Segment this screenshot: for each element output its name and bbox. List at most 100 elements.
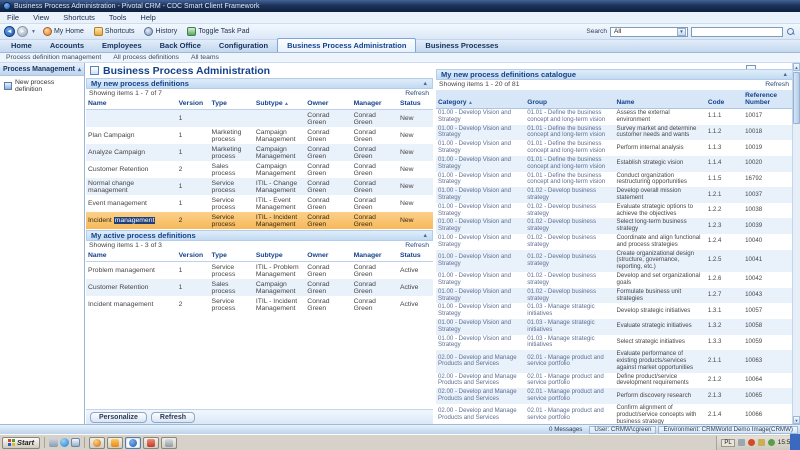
subnav-item[interactable]: All teams xyxy=(185,54,225,61)
column-header[interactable]: Owner xyxy=(305,250,351,262)
refresh-link[interactable]: Refresh xyxy=(765,81,789,88)
history-button[interactable]: History xyxy=(141,26,182,37)
tab[interactable]: Home xyxy=(2,39,41,52)
table-row[interactable]: 01.00 - Develop Vision and Strategy01.02… xyxy=(436,288,793,304)
tab[interactable]: Configuration xyxy=(210,39,277,52)
tray-icon-update[interactable] xyxy=(758,439,765,446)
refresh-button[interactable]: Refresh xyxy=(151,412,195,423)
table-row[interactable]: 01.00 - Develop Vision and Strategy01.02… xyxy=(436,187,793,203)
column-header[interactable]: Manager xyxy=(352,98,398,110)
scrollbar-thumb[interactable] xyxy=(793,72,800,124)
table-row[interactable]: 01.00 - Develop Vision and Strategy01.03… xyxy=(436,303,793,319)
column-header[interactable]: Status xyxy=(398,98,433,110)
table-row[interactable]: Analyze Campaign1Marketing processCampai… xyxy=(86,144,433,161)
search-scope-select[interactable]: All ▼ xyxy=(610,27,688,37)
table-row[interactable]: Normal change management1Service process… xyxy=(86,178,433,195)
language-indicator[interactable]: PL xyxy=(721,439,734,447)
new-definitions-section-header[interactable]: My new process definitions ▲ xyxy=(86,78,433,89)
quick-launch-icon-1[interactable] xyxy=(49,438,58,447)
active-definitions-section-header[interactable]: My active process definitions ▲ xyxy=(86,230,433,241)
menu-item[interactable]: Shortcuts xyxy=(56,13,102,22)
table-row[interactable]: 1Conrad GreenConrad GreenNew xyxy=(86,110,433,128)
table-row[interactable]: Incident management2Service processITIL … xyxy=(86,296,433,313)
table-row[interactable]: 01.00 - Develop Vision and Strategy01.01… xyxy=(436,125,793,141)
tray-icon-alert[interactable] xyxy=(748,439,755,446)
tab[interactable]: Business Process Administration xyxy=(277,38,416,52)
refresh-link[interactable]: Refresh xyxy=(405,90,429,97)
subnav-item[interactable]: Process definition management xyxy=(0,54,107,61)
tab[interactable]: Employees xyxy=(93,39,151,52)
chevron-down-icon[interactable]: ▼ xyxy=(677,28,686,36)
table-row[interactable]: Customer Retention1Sales processCampaign… xyxy=(86,279,433,296)
column-header[interactable]: Subtype ▲ xyxy=(254,98,305,110)
sidebar-item-new-process-definition[interactable]: New process definition xyxy=(0,76,84,93)
collapse-icon[interactable]: ▲ xyxy=(783,72,788,78)
toggle-task-pad-button[interactable]: Toggle Task Pad xyxy=(184,26,254,37)
nav-dropdown-icon[interactable]: ▼ xyxy=(31,29,36,35)
tab[interactable]: Accounts xyxy=(41,39,93,52)
table-row[interactable]: 01.00 - Develop Vision and Strategy01.01… xyxy=(436,140,793,156)
column-header[interactable]: Status xyxy=(398,250,433,262)
table-row[interactable]: 02.00 - Develop and Manage Products and … xyxy=(436,350,793,372)
forward-button[interactable]: ► xyxy=(17,26,28,37)
table-row[interactable]: Plan Campaign1Marketing processCampaign … xyxy=(86,127,433,144)
table-row[interactable]: 02.00 - Develop and Manage Products and … xyxy=(436,373,793,389)
quick-launch-icon-2[interactable] xyxy=(60,438,69,447)
column-header[interactable]: Type xyxy=(210,250,254,262)
table-row[interactable]: 01.00 - Develop Vision and Strategy01.03… xyxy=(436,335,793,351)
table-row[interactable]: 01.00 - Develop Vision and Strategy01.02… xyxy=(436,272,793,288)
tray-icon-network[interactable] xyxy=(738,439,745,446)
column-header[interactable]: Version xyxy=(177,250,210,262)
table-row[interactable]: 01.00 - Develop Vision and Strategy01.02… xyxy=(436,203,793,219)
column-header[interactable]: Owner xyxy=(305,98,351,110)
my-home-button[interactable]: My Home xyxy=(40,26,89,37)
scroll-down-icon[interactable]: ▼ xyxy=(793,416,800,424)
taskbar-app-orange[interactable] xyxy=(107,437,123,449)
table-row[interactable]: Event management1Service processITIL - E… xyxy=(86,195,433,212)
column-header[interactable]: Type xyxy=(210,98,254,110)
shortcuts-button[interactable]: Shortcuts xyxy=(91,26,140,37)
pin-icon[interactable]: ▴ xyxy=(78,66,81,73)
column-header[interactable]: Name xyxy=(615,90,706,109)
menu-item[interactable]: File xyxy=(0,13,26,22)
start-button[interactable]: Start xyxy=(2,437,40,449)
subnav-item[interactable]: All process definitions xyxy=(107,54,185,61)
personalize-button[interactable]: Personalize xyxy=(90,412,147,423)
quick-launch-icon-3[interactable] xyxy=(71,438,80,447)
sidebar-header[interactable]: Process Management ▴ xyxy=(0,63,84,76)
table-row[interactable]: 02.00 - Develop and Manage Products and … xyxy=(436,388,793,404)
search-icon[interactable] xyxy=(786,27,796,37)
column-header[interactable]: Reference Number xyxy=(743,90,793,109)
table-row[interactable]: 01.00 - Develop Vision and Strategy01.02… xyxy=(436,218,793,234)
column-header[interactable]: Code xyxy=(706,90,743,109)
back-button[interactable]: ◄ xyxy=(4,26,15,37)
messages-status[interactable]: 0 Messages xyxy=(544,426,587,434)
column-header[interactable]: Name xyxy=(86,250,177,262)
column-header[interactable]: Subtype xyxy=(254,250,305,262)
column-header[interactable]: Group xyxy=(525,90,614,109)
menu-item[interactable]: Tools xyxy=(102,13,134,22)
collapse-icon[interactable]: ▲ xyxy=(423,81,428,87)
taskbar-app-globe[interactable] xyxy=(89,437,105,449)
collapse-icon[interactable]: ▲ xyxy=(423,233,428,239)
column-header[interactable]: Category ▲ xyxy=(436,90,525,109)
search-input[interactable] xyxy=(691,27,783,37)
taskbar-app-red[interactable] xyxy=(143,437,159,449)
table-row[interactable]: 01.00 - Develop Vision and Strategy01.02… xyxy=(436,250,793,272)
menu-item[interactable]: View xyxy=(26,13,56,22)
refresh-link[interactable]: Refresh xyxy=(405,242,429,249)
table-row[interactable]: Problem management1Service processITIL -… xyxy=(86,262,433,280)
scroll-up-icon[interactable]: ▲ xyxy=(793,63,800,71)
column-header[interactable]: Name xyxy=(86,98,177,110)
catalogue-section-header[interactable]: My new process definitions catalogue ▲ xyxy=(436,69,793,80)
table-row[interactable]: 01.00 - Develop Vision and Strategy01.01… xyxy=(436,109,793,125)
table-row[interactable]: 02.00 - Develop and Manage Products and … xyxy=(436,404,793,424)
taskbar-app-pivotal[interactable] xyxy=(125,437,141,449)
table-row[interactable]: Customer Retention2Sales processCampaign… xyxy=(86,161,433,178)
table-row[interactable]: 01.00 - Develop Vision and Strategy01.02… xyxy=(436,234,793,250)
table-row[interactable]: 01.00 - Develop Vision and Strategy01.01… xyxy=(436,172,793,188)
table-row[interactable]: 01.00 - Develop Vision and Strategy01.01… xyxy=(436,156,793,172)
table-row[interactable]: Incident management2Service processITIL … xyxy=(86,212,433,229)
taskbar-app-gray[interactable] xyxy=(161,437,177,449)
column-header[interactable]: Manager xyxy=(352,250,398,262)
